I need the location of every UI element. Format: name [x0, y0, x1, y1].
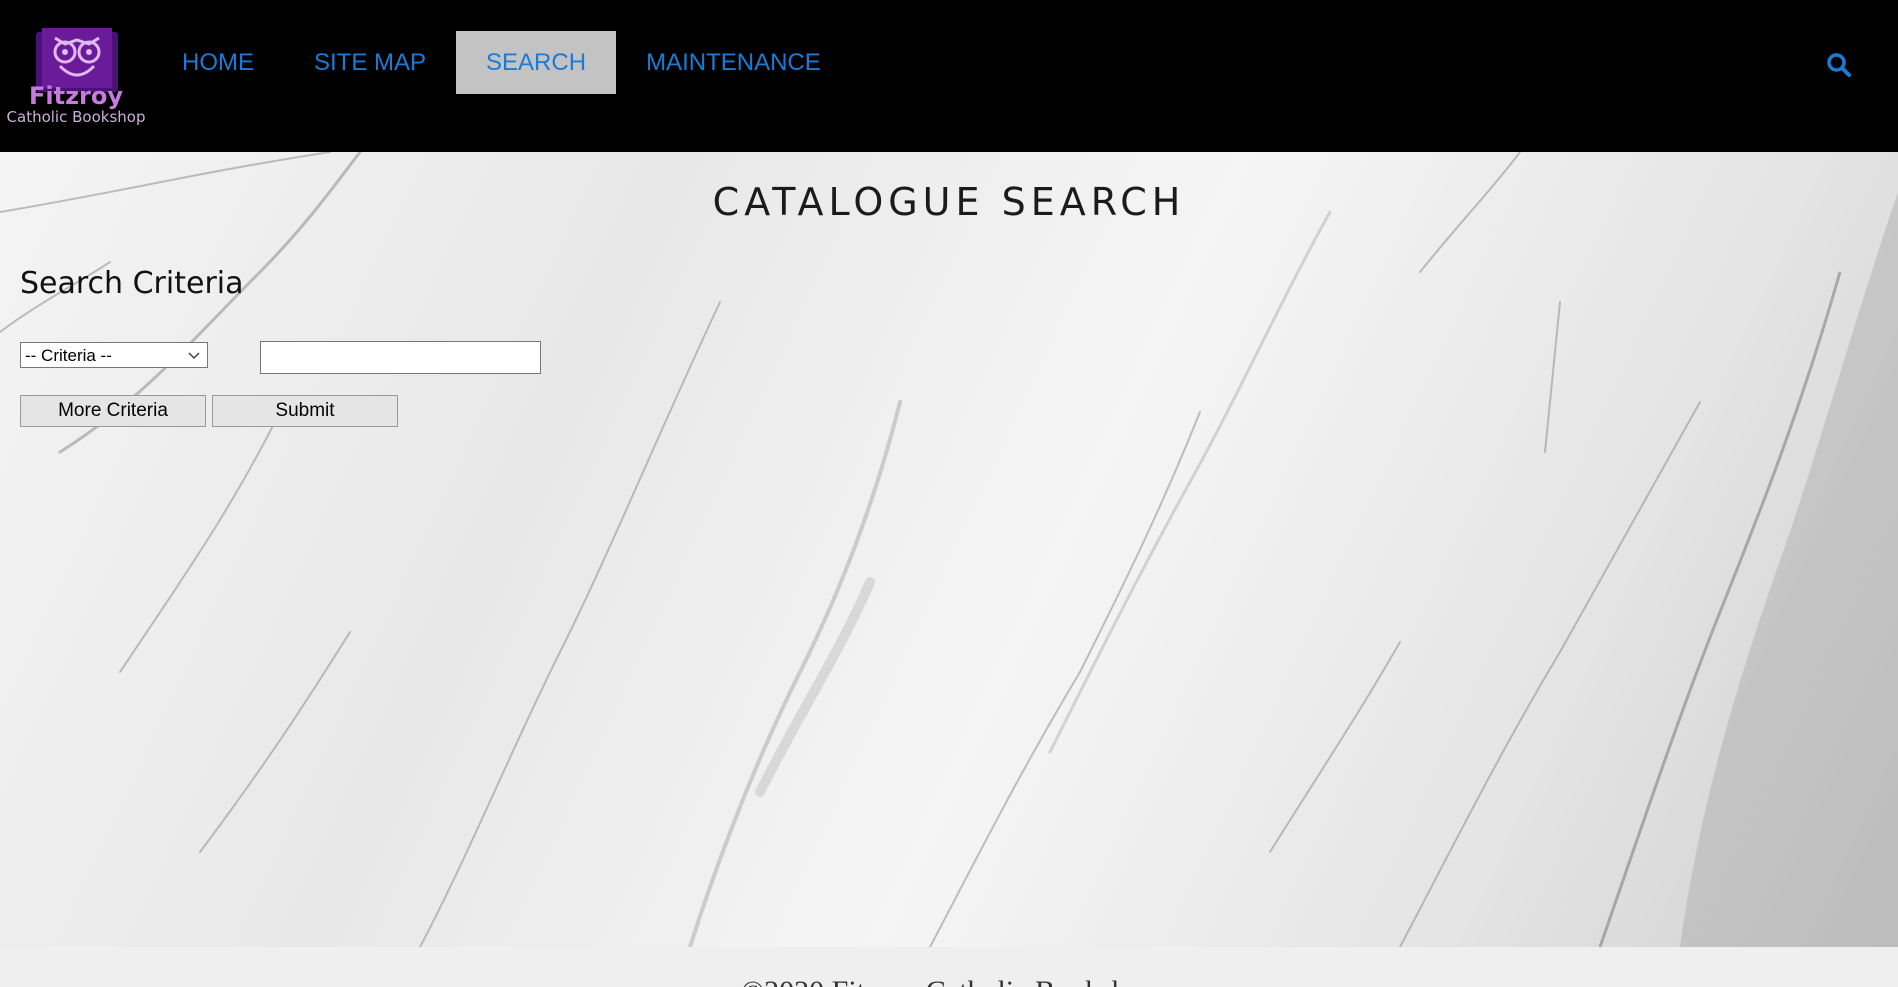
top-navigation-bar: Fitzroy Catholic Bookshop HOME SITE MAP …: [0, 0, 1898, 152]
criteria-select-value: -- Criteria --: [25, 346, 112, 365]
marble-background: [0, 152, 1898, 947]
section-heading: Search Criteria: [20, 266, 244, 301]
nav-item-home[interactable]: HOME: [152, 31, 284, 94]
more-criteria-button[interactable]: More Criteria: [20, 395, 206, 427]
nav-item-site-map[interactable]: SITE MAP: [284, 31, 456, 94]
footer-copyright: ©2020 Fitzroy Catholic Bookshop: [0, 975, 1898, 987]
submit-button[interactable]: Submit: [212, 395, 398, 427]
page-title: CATALOGUE SEARCH: [712, 180, 1186, 224]
main-nav: HOME SITE MAP SEARCH MAINTENANCE: [152, 31, 851, 94]
marble-veins: [0, 152, 1898, 947]
nav-item-maintenance[interactable]: MAINTENANCE: [616, 31, 851, 94]
logo-tagline: Catholic Bookshop: [6, 108, 146, 126]
nav-item-search[interactable]: SEARCH: [456, 31, 617, 94]
search-icon[interactable]: [1826, 52, 1852, 78]
criteria-text-input[interactable]: [260, 341, 541, 374]
logo-name: Fitzroy: [28, 82, 124, 110]
chevron-down-icon: [188, 352, 200, 360]
criteria-select[interactable]: -- Criteria --: [20, 342, 208, 368]
footer: ©2020 Fitzroy Catholic Bookshop: [0, 947, 1898, 987]
site-logo[interactable]: Fitzroy Catholic Bookshop: [0, 22, 160, 132]
